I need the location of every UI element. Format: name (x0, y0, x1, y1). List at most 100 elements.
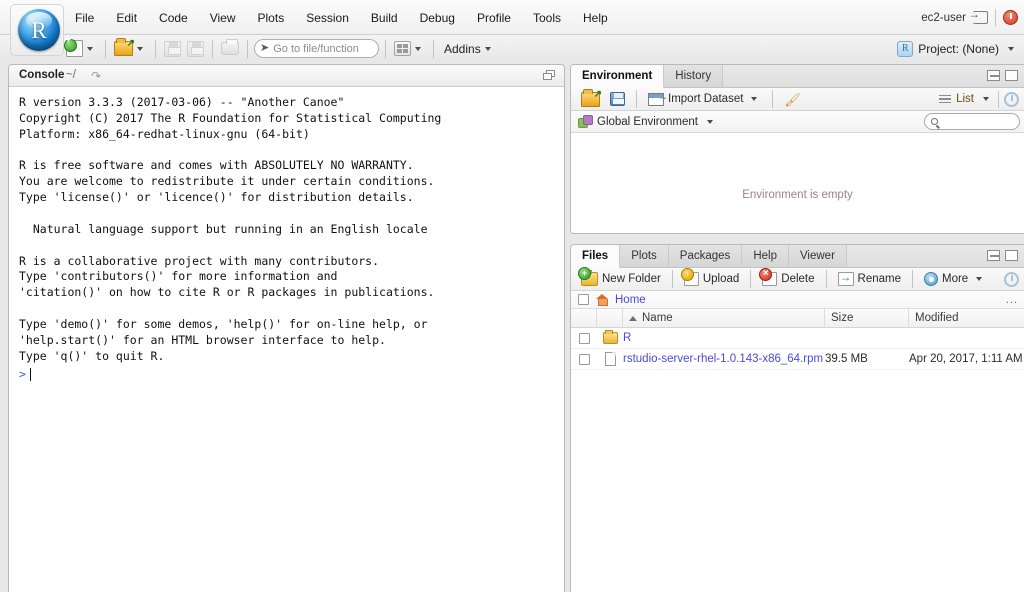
import-dataset-label: Import Dataset (668, 93, 744, 105)
save-workspace-button[interactable] (607, 91, 628, 107)
workspace-panes-button[interactable] (392, 38, 427, 60)
import-dataset-button[interactable]: Import Dataset (645, 92, 764, 107)
files-table-header: Name Size Modified (571, 308, 1024, 328)
files-toolbar: New Folder Upload Delete Rename More (571, 267, 1024, 291)
new-folder-button[interactable]: New Folder (578, 267, 664, 287)
chevron-down-icon (983, 97, 989, 101)
maximize-pane-icon[interactable] (1005, 250, 1018, 261)
column-header-name[interactable]: Name (623, 308, 825, 328)
column-header-size[interactable]: Size (825, 308, 909, 328)
menu-item-plots[interactable]: Plots (247, 8, 296, 28)
menu-item-file[interactable]: File (64, 8, 105, 28)
breadcrumb-overflow[interactable]: ... (1006, 294, 1018, 306)
global-environment-label[interactable]: Global Environment (597, 116, 698, 128)
rstudio-logo: R (10, 4, 64, 56)
more-button[interactable]: More (921, 271, 989, 287)
tab-help[interactable]: Help (742, 245, 789, 267)
row-checkbox[interactable] (578, 353, 590, 365)
console-prompt-line[interactable]: > (19, 367, 564, 383)
divider (433, 39, 434, 58)
menu-item-code[interactable]: Code (148, 8, 199, 28)
load-workspace-button[interactable] (578, 88, 603, 108)
tab-environment[interactable]: Environment (571, 65, 665, 88)
goto-file-function-input[interactable]: ➤ Go to file/function (254, 39, 379, 58)
tab-viewer[interactable]: Viewer (788, 245, 847, 267)
save-all-button[interactable] (185, 38, 206, 60)
new-folder-label: New Folder (602, 273, 661, 285)
project-selector[interactable]: Project: (None) (897, 35, 1018, 62)
sign-out-icon[interactable] (968, 8, 988, 24)
minimize-pane-icon[interactable] (987, 70, 1000, 81)
addins-button[interactable]: Addins (440, 38, 497, 60)
maximize-pane-icon[interactable] (1005, 70, 1018, 81)
console-output-area[interactable]: R version 3.3.3 (2017-03-06) -- "Another… (9, 87, 564, 592)
menu-item-tools[interactable]: Tools (522, 8, 572, 28)
table-row[interactable]: R (571, 328, 1024, 349)
divider (155, 39, 156, 58)
tab-plots[interactable]: Plots (620, 245, 669, 267)
menu-item-build[interactable]: Build (360, 8, 409, 28)
console-open-directory-icon[interactable]: ↷ (91, 70, 101, 82)
row-checkbox[interactable] (578, 332, 590, 344)
menu-item-debug[interactable]: Debug (409, 8, 466, 28)
column-header-modified[interactable]: Modified (909, 309, 1024, 328)
username-label: ec2-user (921, 11, 966, 24)
divider (105, 39, 106, 58)
environment-toolbar-right: List (939, 90, 1019, 108)
minimize-pane-icon[interactable] (987, 250, 1000, 261)
row-name-cell[interactable]: rstudio-server-rhel-1.0.143-x86_64.rpm (623, 353, 825, 365)
list-view-label[interactable]: List (956, 93, 974, 105)
power-off-icon[interactable] (1003, 10, 1018, 25)
delete-button[interactable]: Delete (759, 268, 817, 287)
console-working-directory[interactable]: ~/ (66, 69, 76, 81)
divider (995, 9, 996, 26)
divider (385, 39, 386, 58)
delete-label: Delete (781, 273, 815, 285)
row-name-cell[interactable]: R (623, 332, 825, 344)
menu-item-help[interactable]: Help (572, 8, 619, 28)
files-tabstrip: Files Plots Packages Help Viewer (571, 245, 1024, 268)
menu-item-edit[interactable]: Edit (105, 8, 148, 28)
tab-files[interactable]: Files (571, 245, 621, 268)
panes-grid-icon (394, 41, 411, 56)
refresh-icon[interactable] (1004, 271, 1019, 287)
row-icon-cell (597, 352, 623, 366)
new-file-button[interactable] (64, 35, 99, 60)
document-icon (604, 352, 616, 366)
table-row[interactable]: rstudio-server-rhel-1.0.143-x86_64.rpm 3… (571, 349, 1024, 370)
open-file-button[interactable] (112, 38, 149, 60)
print-button[interactable] (219, 38, 241, 60)
clear-workspace-button[interactable]: 🖌 (781, 92, 804, 107)
breadcrumb-home-link[interactable]: Home (615, 294, 646, 306)
menu-item-view[interactable]: View (199, 8, 247, 28)
r-logo-letter: R (31, 17, 47, 43)
chevron-down-icon (87, 46, 93, 51)
upload-button[interactable]: Upload (680, 268, 742, 287)
more-label: More (941, 273, 969, 285)
maximize-pane-icon[interactable] (543, 70, 556, 81)
import-dataset-icon (648, 92, 668, 106)
menu-item-profile[interactable]: Profile (466, 8, 522, 28)
rename-button[interactable]: Rename (835, 271, 904, 287)
divider (247, 39, 248, 58)
environment-search-input[interactable] (924, 113, 1020, 130)
list-view-icon (939, 94, 952, 104)
menu-item-session[interactable]: Session (295, 8, 360, 28)
search-icon (931, 118, 938, 125)
tab-packages[interactable]: Packages (668, 245, 743, 267)
row-icon-cell (597, 330, 623, 344)
save-all-icon (187, 40, 204, 57)
save-button[interactable] (162, 38, 183, 60)
divider (671, 270, 673, 288)
files-toolbar-right (1004, 271, 1019, 287)
save-icon (164, 40, 181, 57)
tab-history[interactable]: History (664, 65, 724, 87)
refresh-icon[interactable] (1004, 91, 1019, 107)
select-all-checkbox[interactable] (578, 294, 589, 305)
global-environment-icon (578, 115, 593, 128)
divider (212, 39, 213, 58)
row-checkbox-cell (571, 332, 597, 344)
divider (998, 90, 999, 108)
delete-icon (759, 268, 778, 286)
environment-toolbar: Import Dataset 🖌 List (571, 88, 1024, 111)
